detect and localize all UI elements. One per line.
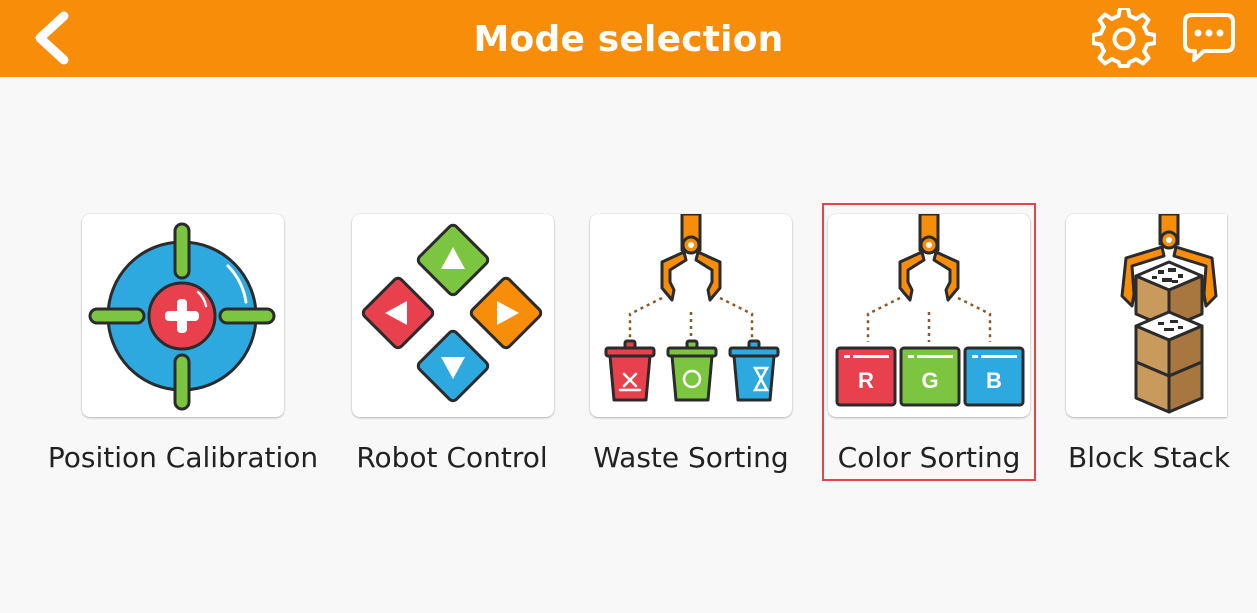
mode-label-waste-sorting[interactable]: Waste Sorting [580, 438, 802, 478]
crosshair-target-icon [88, 222, 276, 411]
gripper-trash-bins-icon [604, 214, 780, 402]
page-title: Mode selection [473, 19, 784, 60]
gripper-rgb-blocks-icon: R G B [835, 214, 1025, 407]
mode-label-robot-control[interactable]: Robot Control [342, 438, 562, 478]
rgb-block-r: R [858, 368, 874, 393]
top-app-bar: Mode selection [0, 0, 1257, 77]
mode-label-block-stack[interactable]: Block Stack [1060, 438, 1234, 478]
mode-card-waste-sorting[interactable] [590, 214, 792, 417]
mode-card-color-sorting[interactable]: R G B [828, 214, 1030, 417]
rgb-block-b: B [986, 368, 1002, 393]
gear-icon[interactable] [1092, 8, 1156, 70]
mode-label-color-sorting[interactable]: Color Sorting [824, 438, 1034, 478]
mode-card-position-calibration[interactable] [82, 214, 284, 417]
mode-card-block-stack[interactable] [1066, 214, 1227, 417]
mode-label-position-calibration[interactable]: Position Calibration [42, 438, 324, 478]
direction-pad-icon [361, 223, 543, 403]
chat-bubble-icon[interactable] [1182, 12, 1236, 64]
gripper-stacked-blocks-icon [1120, 214, 1218, 414]
mode-card-robot-control[interactable] [352, 214, 554, 417]
rgb-block-g: G [921, 368, 938, 393]
